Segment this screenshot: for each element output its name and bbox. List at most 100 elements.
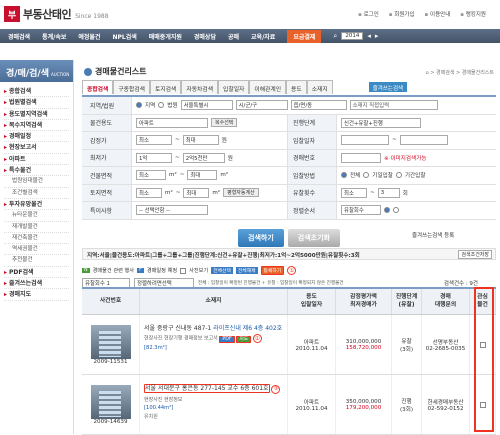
signup-link[interactable]: 회원가입 xyxy=(389,10,414,18)
sidebar-item[interactable]: 투자유망물건 xyxy=(4,199,69,211)
appraisal-max[interactable]: 최대 xyxy=(182,135,219,146)
nav-brokerage[interactable]: 매매중개지원 xyxy=(149,32,182,41)
sidebar-item[interactable]: 특수물건 xyxy=(4,165,69,177)
building-max[interactable]: 최대 xyxy=(187,170,218,181)
save-conditions-button[interactable]: 검색조건저장 xyxy=(458,250,492,259)
sidebar-item[interactable]: 아파트 xyxy=(4,154,69,166)
address-input[interactable]: 소재지 직접입력 xyxy=(349,100,438,111)
nav-payment[interactable]: 요금결제 xyxy=(287,29,322,43)
photo-checkbox[interactable] xyxy=(180,267,187,274)
nav-public-sale[interactable]: 공매 xyxy=(228,32,239,41)
login-link[interactable]: 로그인 xyxy=(358,10,379,18)
col-price[interactable]: 감정평가액 최저경매가 xyxy=(336,289,392,314)
dong-select[interactable]: 읍/면/동 xyxy=(290,100,347,111)
district-select[interactable]: 시/군/구 xyxy=(235,100,288,111)
next-icon[interactable]: ▸ xyxy=(375,32,379,40)
property-address[interactable]: 서울 중랑구 신내동 487-1 라이프신내 제6 4층 402호 xyxy=(144,323,282,332)
case-number[interactable]: 2009-14639 xyxy=(93,419,127,425)
search-button[interactable]: 검색하기 xyxy=(238,229,284,247)
year-select[interactable]: 2014 xyxy=(341,32,364,40)
sidebar-item[interactable]: 역세권물건 xyxy=(4,244,69,256)
reset-button[interactable]: 검색초기화 xyxy=(287,229,340,247)
pyeong-calc-button[interactable]: 평형자동계산 xyxy=(223,188,259,198)
building-min[interactable]: 최소 xyxy=(136,170,166,181)
sidebar-item[interactable]: PDF검색 xyxy=(4,267,69,279)
tab-date[interactable]: 입찰일자 xyxy=(218,80,250,94)
region-label: 지역/법원 xyxy=(82,97,132,114)
search-icon[interactable]: ⌕ xyxy=(333,32,337,41)
sort-asc-radio[interactable] xyxy=(384,207,390,214)
multi-select-button[interactable]: 복수선택 xyxy=(211,118,238,128)
sidebar-item[interactable]: 법원별검색 xyxy=(4,97,69,109)
tab-location[interactable]: 소재지 xyxy=(306,80,333,94)
pdf-tag[interactable]: PDF xyxy=(219,335,235,343)
property-photo[interactable] xyxy=(90,384,131,419)
sidebar-item[interactable]: 재건축물건 xyxy=(4,233,69,245)
method-date-radio[interactable] xyxy=(363,172,370,179)
method-period-radio[interactable] xyxy=(395,172,402,179)
nav-scheduled[interactable]: 예정물건 xyxy=(78,32,100,41)
map-tag[interactable]: 지도 xyxy=(236,335,252,343)
appraisal-min[interactable]: 최소 xyxy=(136,135,172,146)
deselect-all-button[interactable]: 전체해제 xyxy=(235,267,258,274)
sidebar-item[interactable]: 종합검색 xyxy=(4,86,69,98)
bid-date-from[interactable] xyxy=(341,135,389,146)
sort-order-select[interactable]: 유찰회수 xyxy=(341,205,381,216)
land-min[interactable]: 최소 xyxy=(136,187,162,198)
use-select[interactable]: 아파트 xyxy=(136,117,208,128)
sidebar-item[interactable]: 재개발물건 xyxy=(4,222,69,233)
stage-select[interactable]: 신건+유찰+진행 xyxy=(341,117,421,128)
select-all-button[interactable]: 전체선택 xyxy=(211,267,233,274)
col-case[interactable]: 사건번호 xyxy=(82,289,140,314)
sidebar-item[interactable]: 즐겨쓰는검색 xyxy=(4,278,69,290)
case-number[interactable]: 2009-11531 xyxy=(93,359,127,365)
sidebar-item[interactable]: 현장보고서 xyxy=(4,142,69,154)
case-number-input[interactable] xyxy=(341,152,381,163)
nav-auction-search[interactable]: 경매검색 xyxy=(8,32,30,41)
sidebar-item[interactable]: 추천물건 xyxy=(4,255,69,267)
agent-name[interactable]: 선명부동산 xyxy=(433,338,459,346)
court-radio[interactable] xyxy=(158,102,165,109)
sidebar-item[interactable]: 뉴타운물건 xyxy=(4,210,69,222)
col-stage[interactable]: 진행단계 (유찰) xyxy=(392,289,422,314)
prev-icon[interactable]: ◂ xyxy=(367,32,371,40)
property-address[interactable]: 서울 서대문구 홍은동 277-145 교수 6층 601호 ③ xyxy=(144,383,281,394)
ranking-link[interactable]: 랭킹지원 xyxy=(460,10,486,18)
tab-land[interactable]: 토지검색 xyxy=(150,80,182,94)
nav-consult[interactable]: 경매상담 xyxy=(194,32,216,41)
city-select[interactable]: 서울특별시 xyxy=(180,100,233,111)
region-radio[interactable] xyxy=(136,102,142,109)
col-use-date[interactable]: 용도 입찰일자 xyxy=(288,289,336,314)
bid-date-to[interactable] xyxy=(399,135,448,146)
favorite-register-link[interactable]: 즐겨쓰는검색 등록 xyxy=(412,231,454,239)
sidebar-item[interactable]: 복수지역검색 xyxy=(4,120,69,132)
register-button[interactable]: 등록하기 xyxy=(260,266,285,275)
favorite-search-button[interactable]: 즐겨쓰는검색 xyxy=(368,82,408,92)
sidebar-item[interactable]: 경매지도 xyxy=(4,289,69,301)
nav-education[interactable]: 교육/자료 xyxy=(251,32,275,41)
sidebar-item[interactable]: 용도별지역검색 xyxy=(4,109,69,120)
sidebar-item[interactable]: 조건별검색 xyxy=(4,188,69,199)
tab-car[interactable]: 자동차검색 xyxy=(181,80,219,94)
tab-use[interactable]: 용도 xyxy=(286,80,307,94)
min-price-min[interactable]: 1억 xyxy=(136,152,172,163)
sidebar-item[interactable]: 법원임대물건 xyxy=(4,176,69,188)
nav-stats[interactable]: 통계/속보 xyxy=(42,32,66,41)
property-photo[interactable] xyxy=(90,324,131,359)
method-all-radio[interactable] xyxy=(341,172,347,179)
tab-stakeholder[interactable]: 이해관계인 xyxy=(249,80,287,94)
min-price-max[interactable]: 2억5천만 xyxy=(182,152,225,163)
fail-min[interactable]: 최소 xyxy=(341,187,367,198)
guide-link[interactable]: 이용안내 xyxy=(425,10,450,18)
fail-max[interactable]: 3 xyxy=(377,187,400,198)
sidebar-item[interactable]: 경매일정 xyxy=(4,131,69,143)
agent-name[interactable]: 한세경매부동산 xyxy=(427,398,463,406)
sort-desc-radio[interactable] xyxy=(393,207,399,214)
land-max[interactable]: 최대 xyxy=(183,187,210,198)
tab-old-total[interactable]: 구종합검색 xyxy=(113,80,151,94)
special-select[interactable]: -- 선택안함 -- xyxy=(136,205,208,216)
tab-total[interactable]: 종합검색 xyxy=(82,80,114,94)
logo[interactable]: 부 부동산태인 Since 1988 xyxy=(4,3,109,25)
nav-npl[interactable]: NPL검색 xyxy=(112,32,136,41)
min-price-unit: 원 xyxy=(227,155,233,162)
